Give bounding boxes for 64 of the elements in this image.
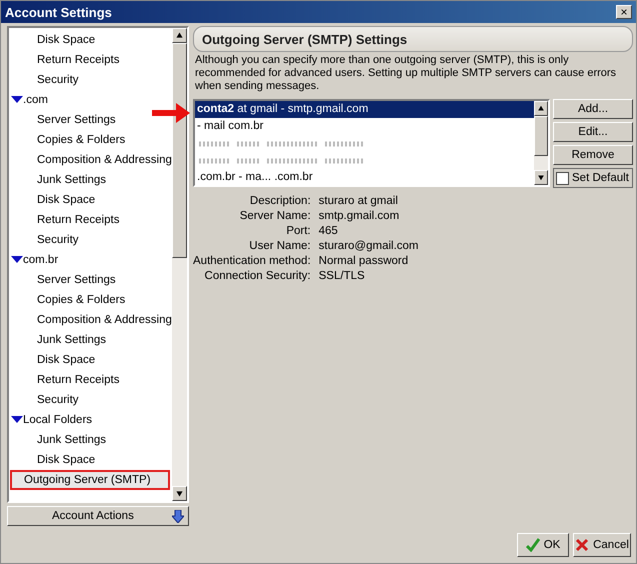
check-icon [526,538,540,552]
detail-label: User Name: [248,240,311,253]
tree-item[interactable]: Composition & Addressing [35,310,172,330]
tree-item[interactable]: Server Settings [35,270,118,290]
scroll-down-button[interactable] [172,486,187,501]
scrollbar[interactable] [172,28,187,501]
scroll-up-button[interactable] [534,101,548,116]
server-action-button[interactable]: Add... [553,99,633,119]
tree-item[interactable]: Return Receipts [35,210,122,230]
scroll-up-button[interactable] [172,28,187,43]
detail-label: Authentication method: [193,255,311,268]
tree-item[interactable]: Copies & Folders [35,290,128,310]
detail-value: SSL/TLS [318,270,366,283]
tree-item[interactable]: Junk Settings [35,430,108,450]
server-action-button[interactable]: Edit... [553,122,633,142]
scroll-down-button[interactable] [534,170,548,185]
server-list-item[interactable]: .com.br - ma... .com.br [195,169,534,185]
detail-label: Port: [285,225,311,238]
tree-item[interactable]: Disk Space [35,190,98,210]
cancel-button[interactable]: Cancel [573,533,631,557]
server-action-button[interactable]: Remove [553,145,633,165]
detail-value: smtp.gmail.com [318,210,400,223]
tree-item[interactable]: Return Receipts [35,50,122,70]
tree-item[interactable]: Composition & Addressing [35,150,172,170]
detail-value: sturaro@gmail.com [318,240,420,253]
expander-icon[interactable] [11,416,23,424]
cross-icon [575,538,590,552]
tree-item[interactable]: Disk Space [35,350,98,370]
detail-label: Description: [248,195,311,208]
arrow-icon [152,103,190,123]
tree-item[interactable]: Disk Space [35,450,98,470]
ok-button[interactable]: OK [517,533,569,557]
detail-label: Connection Security: [204,270,311,283]
detail-value: sturaro at gmail [318,195,399,208]
tree-item[interactable]: Local Folders [23,410,92,430]
tree-item[interactable]: com.br [23,250,58,270]
scrollbar[interactable] [534,101,548,185]
tree-item[interactable]: Return Receipts [35,370,122,390]
tree-item[interactable]: Copies & Folders [35,130,128,150]
tree-item[interactable]: .com [23,90,48,110]
server-list-item[interactable]: - mail com.br [195,118,534,135]
tree-item[interactable]: Server Settings [35,110,118,130]
tree-item[interactable]: Junk Settings [35,330,108,350]
tree-item[interactable]: Outgoing Server (SMTP) [10,470,170,490]
section-title: Outgoing Server (SMTP) Settings [202,32,408,46]
account-actions-button[interactable]: Account Actions [7,506,189,526]
close-button[interactable]: × [616,5,632,19]
description-text: Although you can specify more than one outgoing server (SMTP), this is only recommended for advanced users. Setting up multiple SMTP servers can cause errors when sending messages. [195,54,618,93]
window-title: Account Settings [5,4,112,20]
tree-item[interactable]: Security [35,70,81,90]
expander-icon[interactable] [11,96,23,104]
scroll-thumb[interactable] [534,116,548,156]
scroll-thumb[interactable] [172,43,187,258]
tree-item[interactable]: Security [35,390,81,410]
detail-value: 465 [318,225,339,238]
tree-item[interactable]: Junk Settings [35,170,108,190]
tree-item[interactable]: Disk Space [35,30,98,50]
tree-item[interactable]: Security [35,230,81,250]
server-list-item[interactable]: conta2 at gmail - smtp.gmail.com [195,101,534,118]
detail-value: Normal password [318,255,410,268]
down-arrow-icon [172,510,184,522]
expander-icon[interactable] [11,256,23,264]
detail-label: Server Name: [238,210,311,223]
set-default-checkbox[interactable]: Set Default [553,168,633,188]
